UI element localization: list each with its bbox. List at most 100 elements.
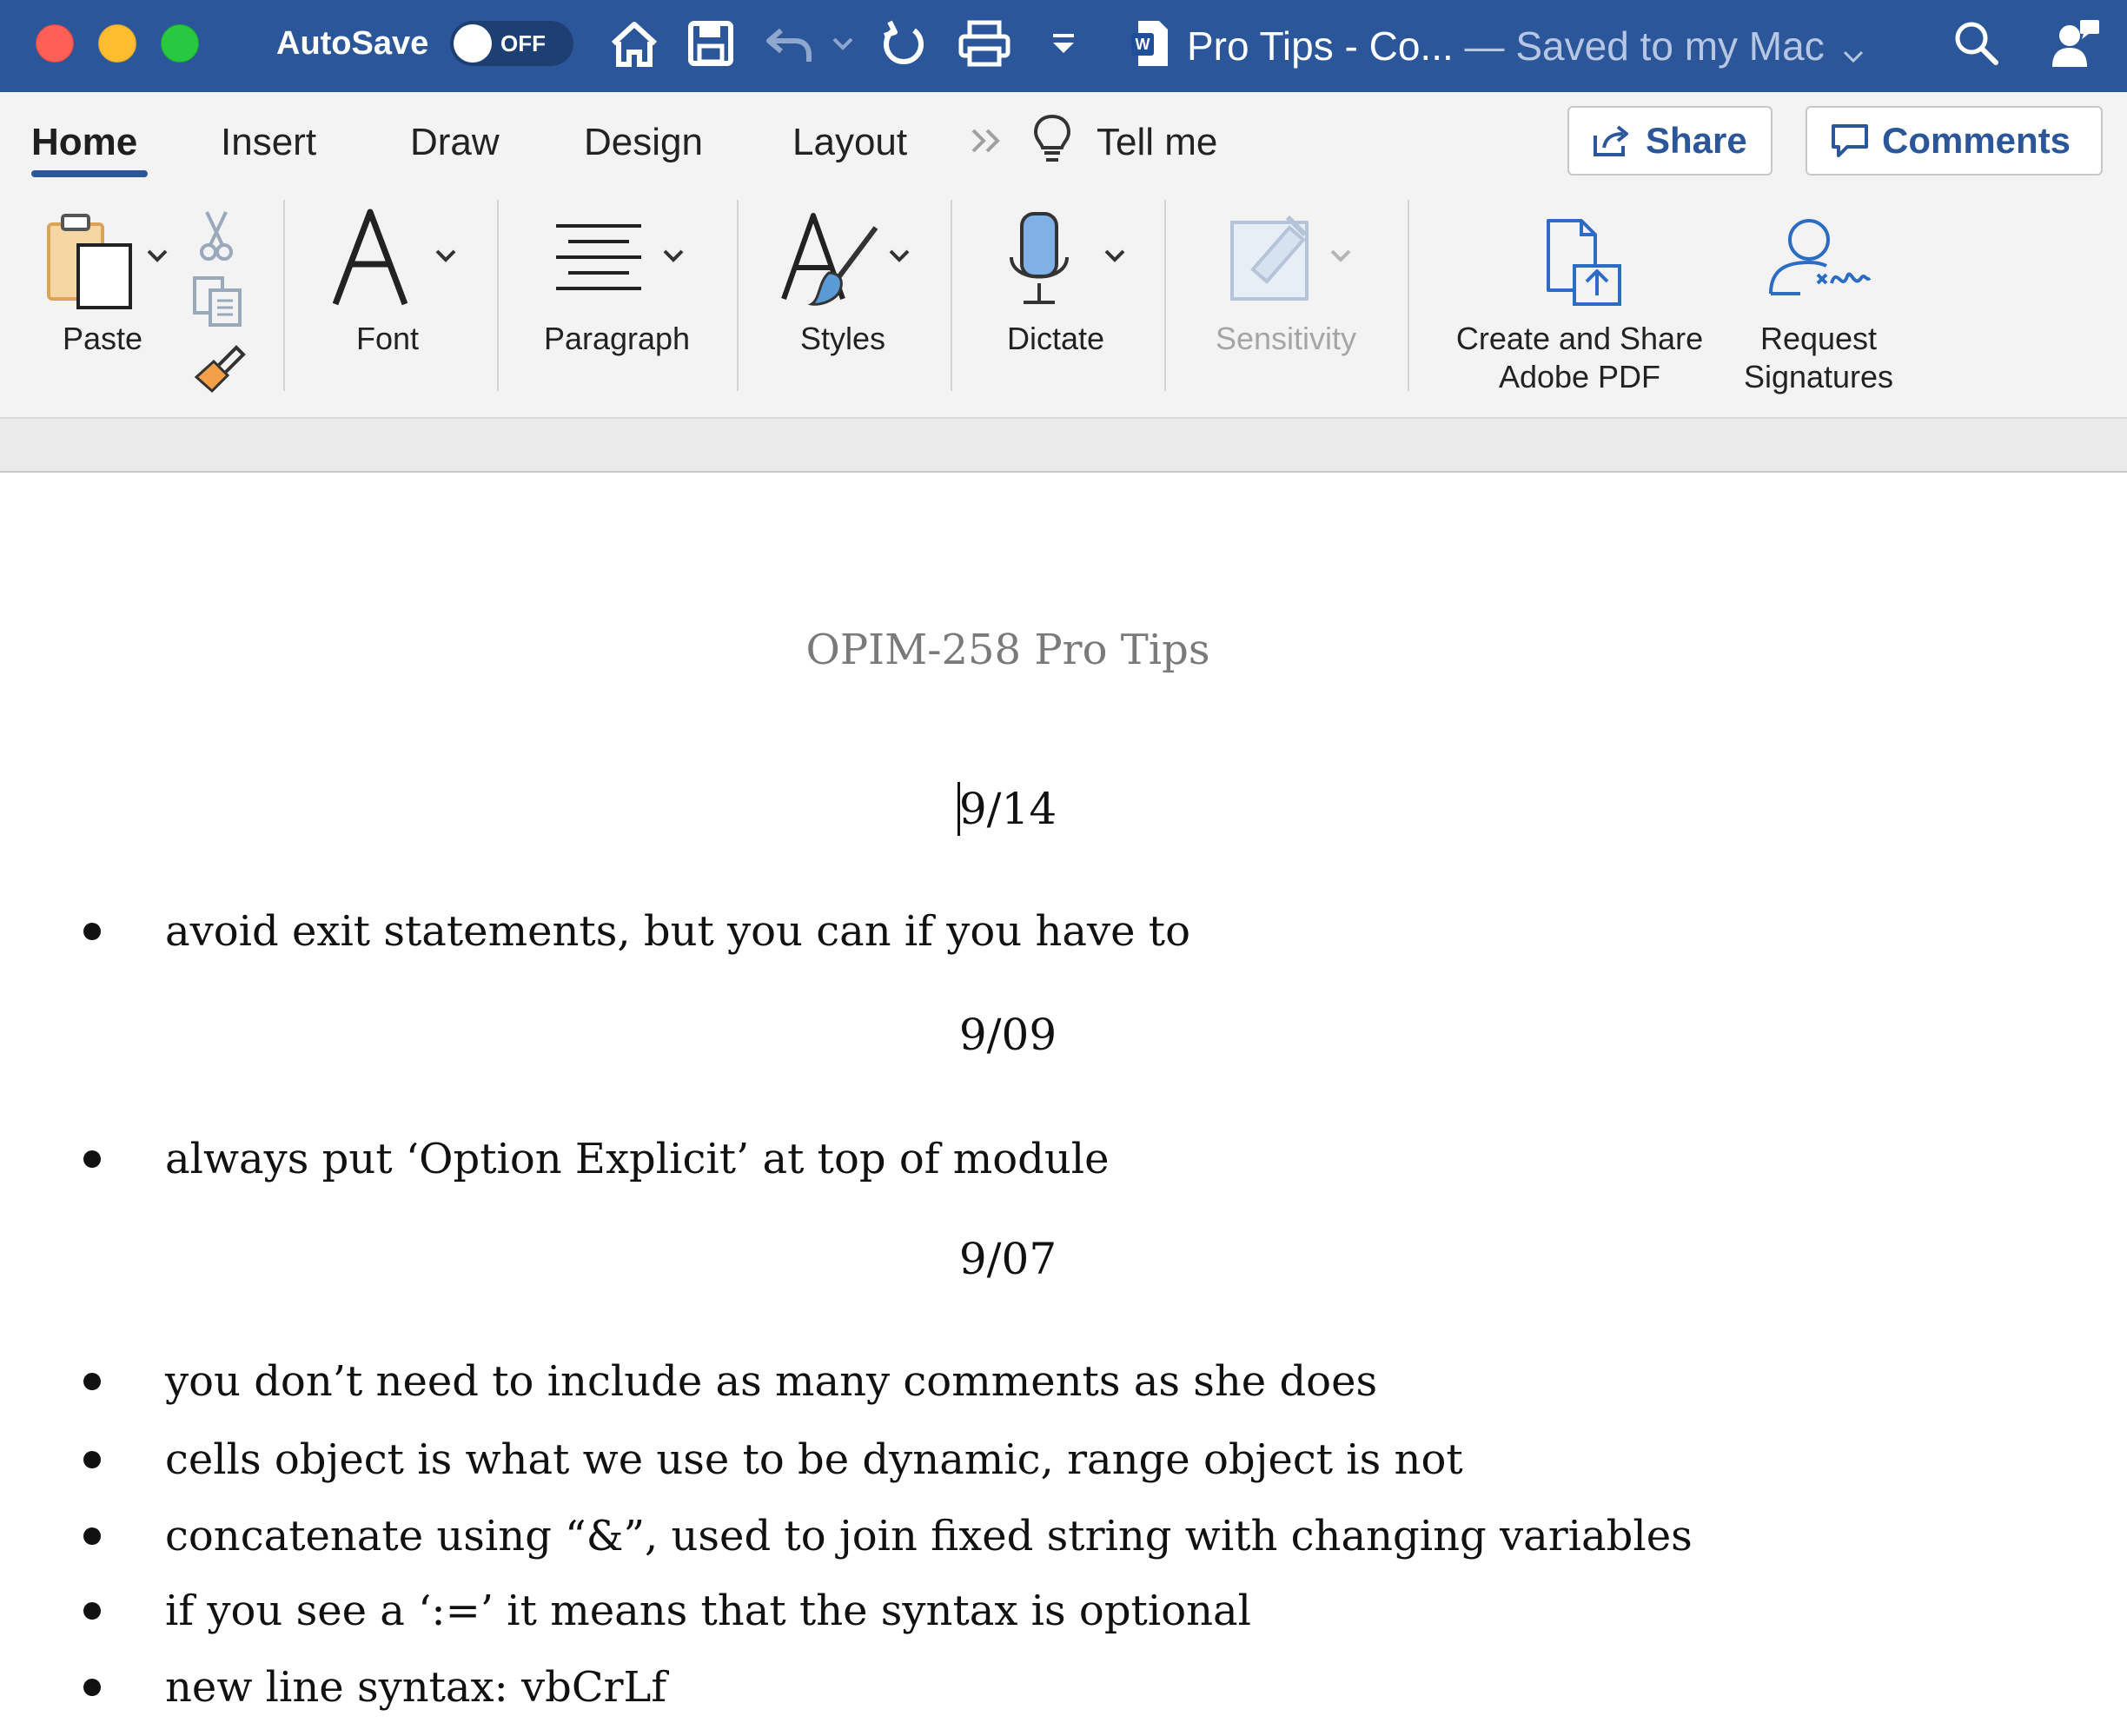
- zoom-window-button[interactable]: [161, 24, 199, 63]
- list-item-text: always put ‘Option Explicit’ at top of m…: [165, 1135, 1110, 1183]
- bullet-icon: [83, 1679, 101, 1696]
- chevron-down-icon[interactable]: [1842, 23, 1865, 76]
- print-icon[interactable]: [956, 16, 1013, 71]
- font-chevron-icon[interactable]: [434, 248, 457, 268]
- request-signatures-label-line2[interactable]: Signatures: [1729, 358, 1908, 396]
- list-item-text: cells object is what we use to be dynami…: [165, 1435, 1463, 1484]
- home-icon[interactable]: [603, 16, 666, 71]
- minimize-window-button[interactable]: [98, 24, 136, 63]
- styles-chevron-icon[interactable]: [888, 248, 911, 268]
- list-item: if you see a ‘:=’ it means that the synt…: [83, 1583, 1251, 1639]
- paragraph-label: Paragraph: [543, 321, 691, 356]
- autosave-label: AutoSave: [276, 25, 429, 62]
- create-share-pdf-label-line1[interactable]: Create and Share: [1439, 320, 1720, 358]
- request-signatures-label-line1[interactable]: Request: [1729, 320, 1908, 358]
- list-item: you don’t need to include as many commen…: [83, 1354, 1377, 1409]
- date-heading: 9/14: [958, 784, 1057, 834]
- sensitivity-chevron-icon: [1329, 248, 1352, 268]
- font-icon[interactable]: [328, 207, 415, 315]
- list-item-text: new line syntax: vbCrLf: [165, 1663, 667, 1712]
- document-title[interactable]: Pro Tips - Co... — Saved to my Mac: [1187, 19, 1865, 76]
- autosave-state: OFF: [500, 30, 546, 56]
- ribbon-separator: [1164, 200, 1166, 391]
- list-item-text: concatenate using “&”, used to join fixe…: [165, 1512, 1693, 1560]
- bullet-icon: [83, 1602, 101, 1620]
- bullet-icon: [83, 1451, 101, 1468]
- paste-options-chevron-icon[interactable]: [146, 248, 169, 268]
- share-person-icon[interactable]: [2045, 16, 2106, 71]
- tab-insert[interactable]: Insert: [221, 118, 316, 167]
- create-pdf-icon[interactable]: [1541, 217, 1628, 312]
- list-item: always put ‘Option Explicit’ at top of m…: [83, 1131, 1110, 1187]
- bullet-icon: [83, 1150, 101, 1168]
- document-page[interactable]: OPIM-258 Pro Tips 9/14 avoid exit statem…: [0, 473, 2127, 1736]
- comment-icon: [1830, 123, 1870, 159]
- lightbulb-icon[interactable]: [1030, 113, 1074, 171]
- share-arrow-icon: [1592, 123, 1632, 158]
- ribbon-separator: [737, 200, 739, 391]
- ribbon-separator: [497, 200, 499, 391]
- ribbon-separator: [1408, 200, 1409, 391]
- date-heading: 9/07: [958, 1234, 1057, 1284]
- tab-draw[interactable]: Draw: [410, 118, 500, 167]
- dictate-label: Dictate: [1006, 321, 1105, 356]
- autosave-toggle[interactable]: OFF: [450, 21, 573, 66]
- redo-icon[interactable]: [876, 16, 931, 71]
- copy-icon[interactable]: [191, 275, 245, 333]
- bullet-icon: [83, 1527, 101, 1545]
- font-label: Font: [355, 321, 420, 356]
- paste-button[interactable]: [43, 209, 139, 317]
- text-cursor: [957, 782, 960, 836]
- list-item: new line syntax: vbCrLf: [83, 1660, 666, 1715]
- comments-button[interactable]: Comments: [1806, 106, 2103, 176]
- paragraph-icon[interactable]: [551, 221, 646, 298]
- active-tab-indicator: [31, 170, 148, 177]
- share-button[interactable]: Share: [1567, 106, 1772, 176]
- list-item-text: avoid exit statements, but you can if yo…: [165, 907, 1190, 956]
- create-share-pdf-label-line2[interactable]: Adobe PDF: [1439, 358, 1720, 396]
- ribbon-home: Paste Font Paragraph Styles Dictate Sens…: [0, 182, 2127, 417]
- doc-title-name: Pro Tips: [1187, 23, 1334, 69]
- date-heading: 9/09: [958, 1010, 1057, 1060]
- undo-icon[interactable]: [761, 16, 817, 71]
- list-item-text: you don’t need to include as many commen…: [165, 1357, 1378, 1406]
- paragraph-chevron-icon[interactable]: [662, 248, 685, 268]
- more-tabs-chevron-icon[interactable]: [968, 123, 1006, 162]
- doc-title-truncated: Co...: [1368, 23, 1454, 69]
- close-window-button[interactable]: [36, 24, 74, 63]
- customize-toolbar-icon[interactable]: [1046, 16, 1081, 71]
- dictate-chevron-icon[interactable]: [1103, 248, 1126, 268]
- list-item-text: if you see a ‘:=’ it means that the synt…: [165, 1587, 1251, 1635]
- ribbon-separator: [951, 200, 952, 391]
- share-label: Share: [1646, 120, 1747, 161]
- title-bar: AutoSave OFF W Pro Tips - Co... — Saved …: [0, 0, 2127, 92]
- list-item: concatenate using “&”, used to join fixe…: [83, 1508, 1693, 1564]
- request-signatures-icon[interactable]: [1766, 214, 1873, 305]
- word-doc-icon: W: [1128, 16, 1171, 71]
- list-item: cells object is what we use to be dynami…: [83, 1432, 1463, 1488]
- ribbon-tab-bar: Home Insert Draw Design Layout Tell me S…: [0, 92, 2127, 182]
- undo-dropdown-icon[interactable]: [827, 16, 858, 71]
- doc-title-separator: -: [1333, 23, 1369, 69]
- saved-status: — Saved to my Mac: [1453, 23, 1825, 69]
- bullet-icon: [83, 923, 101, 940]
- document-title-heading: OPIM-258 Pro Tips: [805, 626, 1210, 674]
- save-icon[interactable]: [683, 16, 739, 71]
- list-item: avoid exit statements, but you can if yo…: [83, 904, 1190, 959]
- tab-design[interactable]: Design: [584, 118, 703, 167]
- format-painter-icon[interactable]: [193, 342, 247, 401]
- bullet-icon: [83, 1373, 101, 1390]
- cut-icon[interactable]: [196, 209, 236, 267]
- sensitivity-icon: [1227, 209, 1317, 308]
- styles-label: Styles: [799, 321, 886, 356]
- toggle-knob: [454, 24, 492, 63]
- ruler-strip: [0, 417, 2127, 473]
- paste-label: Paste: [62, 321, 143, 356]
- tab-home[interactable]: Home: [31, 118, 137, 167]
- search-icon[interactable]: [1946, 16, 2007, 71]
- svg-text:W: W: [1136, 36, 1150, 53]
- tell-me-search[interactable]: Tell me: [1097, 118, 1217, 167]
- microphone-icon[interactable]: [1004, 210, 1074, 314]
- tab-layout[interactable]: Layout: [792, 118, 907, 167]
- styles-icon[interactable]: [779, 209, 883, 317]
